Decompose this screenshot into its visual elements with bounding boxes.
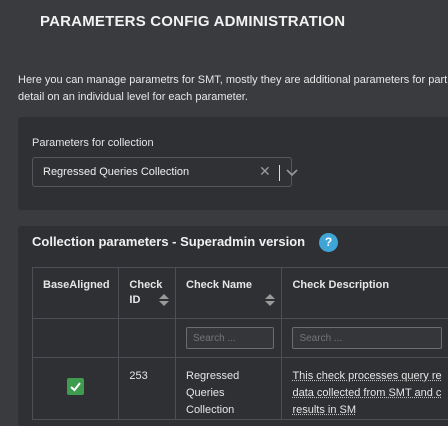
filter-cell-empty	[119, 319, 176, 358]
intro-line-1: Here you can manage parametrs for SMT, m…	[18, 72, 448, 89]
filter-cell-check-name	[176, 319, 282, 358]
check-icon	[67, 378, 84, 395]
check-id-cell: 253	[119, 358, 176, 420]
filter-cell-check-description	[282, 319, 448, 358]
table-header-row: BaseAligned Check ID Check Name	[33, 268, 448, 319]
filter-cell-empty	[33, 319, 119, 358]
check-description-search-input[interactable]	[292, 327, 442, 349]
check-description-value: This check processes query re data colle…	[282, 358, 448, 419]
check-name-search-input[interactable]	[186, 327, 274, 349]
collection-parameters-panel: Collection parameters - Superadmin versi…	[18, 226, 448, 426]
collection-select[interactable]: Regressed Queries Collection ✕	[32, 157, 292, 187]
column-header-check-id-line1: Check	[129, 278, 167, 293]
intro-text: Here you can manage parametrs for SMT, m…	[18, 72, 448, 106]
table-row[interactable]: 253 Regressed Queries Collection This ch…	[33, 358, 448, 420]
column-header-check-description[interactable]: Check Description	[282, 268, 448, 319]
parameters-table: BaseAligned Check ID Check Name	[32, 267, 448, 420]
sort-icon[interactable]	[265, 294, 275, 306]
page-title: PARAMETERS CONFIG ADMINISTRATION	[40, 13, 345, 30]
clear-icon[interactable]: ✕	[259, 163, 271, 180]
check-name-value: Regressed Queries Collection	[176, 358, 281, 419]
intro-line-2: detail on an individual level for each p…	[18, 89, 448, 106]
check-description-cell: This check processes query re data colle…	[282, 358, 448, 420]
help-icon[interactable]: ?	[319, 233, 338, 252]
column-header-check-name[interactable]: Check Name	[176, 268, 282, 319]
sort-icon[interactable]	[159, 294, 169, 306]
check-name-cell: Regressed Queries Collection	[176, 358, 282, 420]
filter-row	[33, 319, 448, 358]
checkbox-checked[interactable]	[67, 378, 84, 395]
base-aligned-cell	[33, 358, 119, 420]
collection-label: Parameters for collection	[32, 137, 154, 149]
collection-panel: Parameters for collection Regressed Quer…	[18, 117, 448, 210]
collection-select-value: Regressed Queries Collection	[43, 166, 189, 178]
column-header-base-aligned[interactable]: BaseAligned	[33, 268, 119, 319]
chevron-down-icon[interactable]	[285, 167, 299, 179]
column-header-check-id[interactable]: Check ID	[119, 268, 176, 319]
section-title: Collection parameters - Superadmin versi…	[32, 234, 305, 249]
check-id-value: 253	[119, 358, 175, 385]
select-separator	[279, 165, 280, 181]
